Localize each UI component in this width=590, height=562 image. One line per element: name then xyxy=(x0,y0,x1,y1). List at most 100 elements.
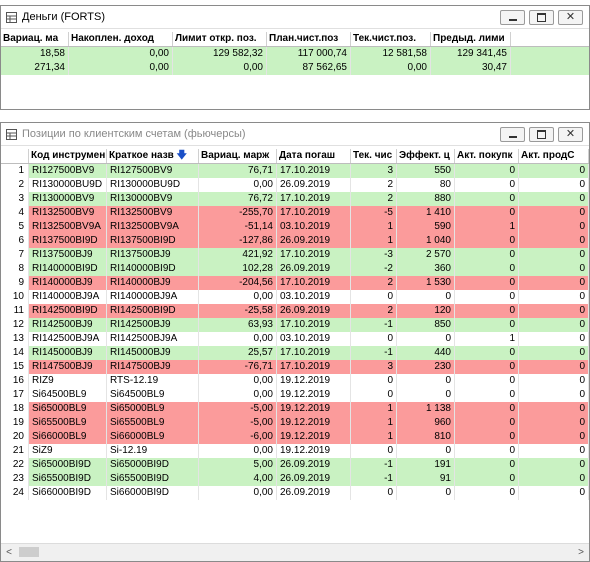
sort-down-icon: 🡇 xyxy=(176,150,187,161)
column-header[interactable]: Вариац. марж xyxy=(199,149,277,163)
table-cell: 26.09.2019 xyxy=(277,262,351,276)
table-cell: Si64500BL9 xyxy=(107,388,199,402)
table-row[interactable]: 5 RI132500BV9A RI132500BV9A -51,14 03.10.201… xyxy=(1,220,589,234)
column-header[interactable]: Тек.чист.поз. xyxy=(351,32,431,46)
row-number: 23 xyxy=(1,472,29,486)
table-row[interactable]: 1 RI127500BV9 RI127500BV9 76,71 17.10.2019 3 5… xyxy=(1,164,589,178)
minimize-button[interactable] xyxy=(500,127,525,142)
table-row[interactable]: 23 Si65500BI9D Si65500BI9D 4,00 26.09.2019 -1… xyxy=(1,472,589,486)
table-cell: 0 xyxy=(455,388,519,402)
minimize-icon xyxy=(508,136,517,138)
maximize-button[interactable] xyxy=(529,10,554,25)
table-row[interactable]: 9 RI140000BJ9 RI140000BJ9 -204,56 17.10.2019… xyxy=(1,276,589,290)
table-cell: -3 xyxy=(351,248,397,262)
table-row[interactable]: 18,58 0,00 129 582,32 117 000,74 12 581,… xyxy=(1,47,589,61)
table-cell: 550 xyxy=(397,164,455,178)
table-cell: 0 xyxy=(519,472,589,486)
table-cell: RI142500BI9D xyxy=(107,304,199,318)
table-cell: 810 xyxy=(397,430,455,444)
table-cell: 0 xyxy=(351,444,397,458)
table-row[interactable]: 4 RI132500BV9 RI132500BV9 -255,70 17.10.2019… xyxy=(1,206,589,220)
table-cell: 0,00 xyxy=(199,178,277,192)
table-row[interactable]: 6 RI137500BI9D RI137500BI9D -127,86 26.09.20… xyxy=(1,234,589,248)
table-cell: 0 xyxy=(455,206,519,220)
table-row[interactable]: 24 Si66000BI9D Si66000BI9D 0,00 26.09.2019 0 0… xyxy=(1,486,589,500)
table-cell: 1 xyxy=(351,402,397,416)
minimize-button[interactable] xyxy=(500,10,525,25)
table-cell: -255,70 xyxy=(199,206,277,220)
table-cell: 0 xyxy=(455,458,519,472)
table-row[interactable]: 21 SiZ9 Si-12.19 0,00 19.12.2019 0 0 0 0 xyxy=(1,444,589,458)
table-row[interactable]: 3 RI130000BV9 RI130000BV9 76,72 17.10.2019 2 8… xyxy=(1,192,589,206)
maximize-button[interactable] xyxy=(529,127,554,142)
close-button[interactable]: ✕ xyxy=(558,127,583,142)
table-cell: 0 xyxy=(455,248,519,262)
table-cell: Si65500BI9D xyxy=(107,472,199,486)
table-row[interactable]: 19 Si65500BL9 Si65500BL9 -5,00 19.12.2019 1 96… xyxy=(1,416,589,430)
column-header[interactable]: Вариац. ма xyxy=(1,32,69,46)
table-row[interactable]: 17 Si64500BL9 Si64500BL9 0,00 19.12.2019 0 0 0 0 xyxy=(1,388,589,402)
table-cell: RI142500BJ9A xyxy=(29,332,107,346)
minimize-icon xyxy=(508,19,517,21)
table-cell: 0 xyxy=(455,262,519,276)
column-header[interactable]: Код инструмен xyxy=(29,149,107,163)
table-cell: 0 xyxy=(455,444,519,458)
money-forts-titlebar[interactable]: Деньги (FORTS) ✕ xyxy=(1,6,589,29)
table-cell: RIZ9 xyxy=(29,374,107,388)
column-header[interactable]: Эффект. ц xyxy=(397,149,455,163)
table-row[interactable]: 12 RI142500BJ9 RI142500BJ9 63,93 17.10.2019-… xyxy=(1,318,589,332)
column-header[interactable]: Предыд. лими xyxy=(431,32,511,46)
table-cell: -25,58 xyxy=(199,304,277,318)
table-row[interactable]: 16 RIZ9 RTS-12.19 0,00 19.12.2019 0 0 0 0 xyxy=(1,374,589,388)
table-cell: 0 xyxy=(455,360,519,374)
table-cell: 0 xyxy=(519,416,589,430)
scroll-thumb[interactable] xyxy=(19,547,39,557)
column-header[interactable]: Тек. чис xyxy=(351,149,397,163)
column-header[interactable]: Накоплен. доход xyxy=(69,32,173,46)
table-cell: 880 xyxy=(397,192,455,206)
table-cell: 3 xyxy=(351,360,397,374)
table-cell: 63,93 xyxy=(199,318,277,332)
column-header[interactable]: Акт. продС xyxy=(519,149,589,163)
table-row[interactable]: 2 RI130000BU9D RI130000BU9D 0,00 26.09.2019 2… xyxy=(1,178,589,192)
column-header[interactable]: План.чист.поз xyxy=(267,32,351,46)
table-row[interactable]: 20 Si66000BL9 Si66000BL9 -6,00 19.12.2019 1 81… xyxy=(1,430,589,444)
table-cell: 19.12.2019 xyxy=(277,388,351,402)
table-cell: 850 xyxy=(397,318,455,332)
table-cell: Si65000BI9D xyxy=(107,458,199,472)
table-cell: RI142500BI9D xyxy=(29,304,107,318)
column-header[interactable]: Краткое назв 🡇 xyxy=(107,149,199,163)
table-row[interactable]: 22 Si65000BI9D Si65000BI9D 5,00 26.09.2019 -1… xyxy=(1,458,589,472)
table-cell: 0 xyxy=(519,444,589,458)
positions-titlebar[interactable]: Позиции по клиентским счетам (фьючерсы) … xyxy=(1,123,589,146)
table-row[interactable]: 15 RI147500BJ9 RI147500BJ9 -76,71 17.10.2019… xyxy=(1,360,589,374)
table-cell: RI132500BV9 xyxy=(107,206,199,220)
table-row[interactable]: 10 RI140000BJ9A RI140000BJ9A 0,00 03.10.2019… xyxy=(1,290,589,304)
table-cell: 0 xyxy=(519,178,589,192)
column-header[interactable]: Дата погаш xyxy=(277,149,351,163)
table-cell: 0 xyxy=(397,486,455,500)
table-cell: 17.10.2019 xyxy=(277,164,351,178)
table-row[interactable]: 18 Si65000BL9 Si65000BL9 -5,00 19.12.2019 1 1 … xyxy=(1,402,589,416)
table-cell: 03.10.2019 xyxy=(277,332,351,346)
table-cell: 1 xyxy=(351,220,397,234)
table-cell: 129 341,45 xyxy=(431,47,511,61)
close-button[interactable]: ✕ xyxy=(558,10,583,25)
table-row[interactable]: 11 RI142500BI9D RI142500BI9D -25,58 26.09.20… xyxy=(1,304,589,318)
table-row[interactable]: 8 RI140000BI9D RI140000BI9D 102,28 26.09.201… xyxy=(1,262,589,276)
horizontal-scrollbar[interactable]: < > xyxy=(1,543,589,561)
money-forts-header-row: Вариац. ма Накоплен. доход Лимит откр. п… xyxy=(1,32,589,47)
scroll-right-icon[interactable]: > xyxy=(573,547,589,558)
table-row[interactable]: 14 RI145000BJ9 RI145000BJ9 25,57 17.10.2019-… xyxy=(1,346,589,360)
table-cell: 0,00 xyxy=(199,444,277,458)
table-row[interactable]: 271,34 0,00 0,00 87 562,65 0,00 30,47 xyxy=(1,61,589,75)
column-header[interactable]: Лимит откр. поз. xyxy=(173,32,267,46)
table-cell: RI130000BV9 xyxy=(107,192,199,206)
column-header[interactable]: Акт. покупк xyxy=(455,149,519,163)
table-cell: 17.10.2019 xyxy=(277,318,351,332)
table-cell: RI137500BI9D xyxy=(29,234,107,248)
table-row[interactable]: 13 RI142500BJ9A RI142500BJ9A 0,00 03.10.2019… xyxy=(1,332,589,346)
table-cell: 26.09.2019 xyxy=(277,458,351,472)
scroll-left-icon[interactable]: < xyxy=(1,547,17,558)
table-row[interactable]: 7 RI137500BJ9 RI137500BJ9 421,92 17.10.2019-… xyxy=(1,248,589,262)
